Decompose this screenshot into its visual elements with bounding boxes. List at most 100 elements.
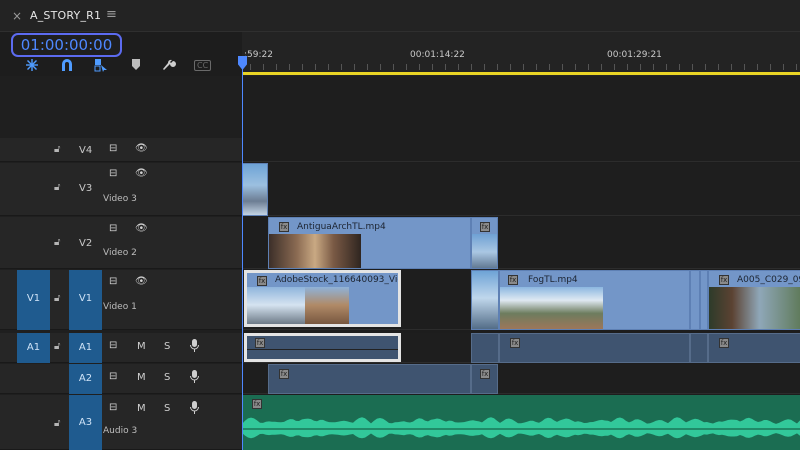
lock-icon[interactable]: 🔓︎ [54,293,60,304]
track-lane-v3[interactable] [242,163,800,216]
video-clip-short[interactable] [700,270,708,330]
captions-icon[interactable]: CC [194,60,212,71]
source-patch-v1[interactable]: V1 [17,270,50,330]
video-clip-v1-transition[interactable] [471,270,499,330]
sequence-tab-title[interactable]: A_STORY_R1 [30,9,101,22]
solo-button[interactable]: S [164,372,170,383]
close-tab-icon[interactable]: × [12,9,22,23]
lock-icon[interactable]: 🔓︎ [54,418,60,429]
ruler-tick [614,64,615,70]
work-area-bar[interactable] [242,72,800,75]
audio-clip-a2[interactable]: fx [471,364,498,394]
sync-lock-icon[interactable]: ⊟ [109,402,117,413]
eye-icon[interactable]: 👁︎ [135,223,148,234]
video-clip-short[interactable] [690,270,700,330]
track-header-a2 [0,364,242,394]
track-label-a3[interactable]: A3 [69,395,102,450]
ruler-tick [406,64,407,70]
video-clip-v3[interactable] [242,163,268,216]
ruler-tick [588,64,589,70]
ruler-tick [601,64,602,70]
sync-lock-icon[interactable]: ⊟ [109,340,117,351]
sync-lock-icon[interactable]: ⊟ [109,143,117,154]
clip-label: A005_C029_09 [737,275,800,285]
clip-thumbnail [709,287,800,329]
ruler-tick [692,64,693,70]
marker-icon[interactable] [131,58,141,75]
ruler-tick [718,64,719,70]
lock-icon[interactable]: 🔓︎ [54,144,60,155]
video-clip-antigua[interactable]: fx AntiguaArchTL.mp4 [268,217,471,269]
mute-button[interactable]: M [137,341,146,352]
video-clip-v2-transition[interactable]: fx [471,217,498,269]
fx-badge-icon: fx [719,275,729,285]
track-label-v1[interactable]: V1 [69,270,102,330]
audio-clip-a3-music[interactable]: fx [242,395,800,450]
fx-badge-icon: fx [719,338,729,348]
track-label-v3[interactable]: V3 [79,183,92,194]
track-label-a1[interactable]: A1 [69,333,102,363]
magnet-icon[interactable] [60,58,74,76]
video-clip-fog[interactable]: fx FogTL.mp4 [499,270,690,330]
mute-button[interactable]: M [137,372,146,383]
playhead-line[interactable] [242,56,243,450]
snap-nest-icon[interactable] [25,58,39,76]
track-label-v2[interactable]: V2 [79,238,92,249]
sync-lock-icon[interactable]: ⊟ [109,168,117,179]
microphone-icon[interactable] [190,369,199,388]
ruler-tick [315,64,316,70]
ruler-label: :59:22 [244,50,273,60]
ruler-tick [757,64,758,70]
wrench-icon[interactable] [162,58,176,76]
sync-lock-icon[interactable]: ⊟ [109,223,117,234]
fx-badge-icon: fx [480,369,490,379]
audio-clip-a1[interactable]: fx [499,333,690,363]
ruler-tick [627,64,628,70]
track-name-v2: Video 2 [103,248,137,258]
microphone-icon[interactable] [190,338,199,357]
track-lane-v4[interactable] [242,138,800,162]
clip-thumbnail [243,164,267,215]
eye-icon[interactable]: 👁︎ [135,143,148,154]
track-header-v3 [0,163,242,216]
source-patch-a1[interactable]: A1 [17,333,50,363]
lock-icon[interactable]: 🔓︎ [54,182,60,193]
video-clip-adobestock[interactable]: fx AdobeStock_116640093_Vide [244,270,401,327]
ruler-tick [393,64,394,70]
linked-selection-icon[interactable] [94,58,108,76]
playhead-timecode[interactable]: 01:00:00:00 [11,33,122,57]
ruler-tick [783,64,784,70]
audio-clip-a2[interactable]: fx [268,364,471,394]
panel-menu-icon[interactable]: ≡ [106,7,117,22]
ruler-tick [562,64,563,70]
eye-icon[interactable]: 👁︎ [135,168,148,179]
sync-lock-icon[interactable]: ⊟ [109,276,117,287]
audio-clip-a1[interactable]: fx [708,333,800,363]
video-clip-a005[interactable]: fx A005_C029_09 [708,270,800,330]
lock-icon[interactable]: 🔓︎ [54,341,60,352]
track-name-v1: Video 1 [103,302,137,312]
clip-label: FogTL.mp4 [528,275,578,285]
eye-icon[interactable]: 👁︎ [135,276,148,287]
ruler-tick [575,64,576,70]
ruler-tick [419,64,420,70]
ruler-label: 00:01:14:22 [410,50,465,60]
fx-badge-icon: fx [279,222,289,232]
fx-badge-icon: fx [252,399,262,409]
clip-thumbnail [247,287,305,324]
mute-button[interactable]: M [137,403,146,414]
time-ruler[interactable] [242,32,800,76]
fx-badge-icon: fx [279,369,289,379]
audio-clip-a1[interactable] [471,333,499,363]
sync-lock-icon[interactable]: ⊟ [109,371,117,382]
ruler-tick [471,64,472,70]
track-label-v4[interactable]: V4 [79,145,92,156]
microphone-icon[interactable] [190,400,199,419]
lock-icon[interactable]: 🔓︎ [54,237,60,248]
track-label-a2[interactable]: A2 [69,364,102,394]
solo-button[interactable]: S [164,341,170,352]
ruler-tick [536,64,537,70]
solo-button[interactable]: S [164,403,170,414]
audio-clip-a1-selected[interactable]: fx [244,333,401,362]
audio-clip-a1[interactable] [690,333,708,363]
